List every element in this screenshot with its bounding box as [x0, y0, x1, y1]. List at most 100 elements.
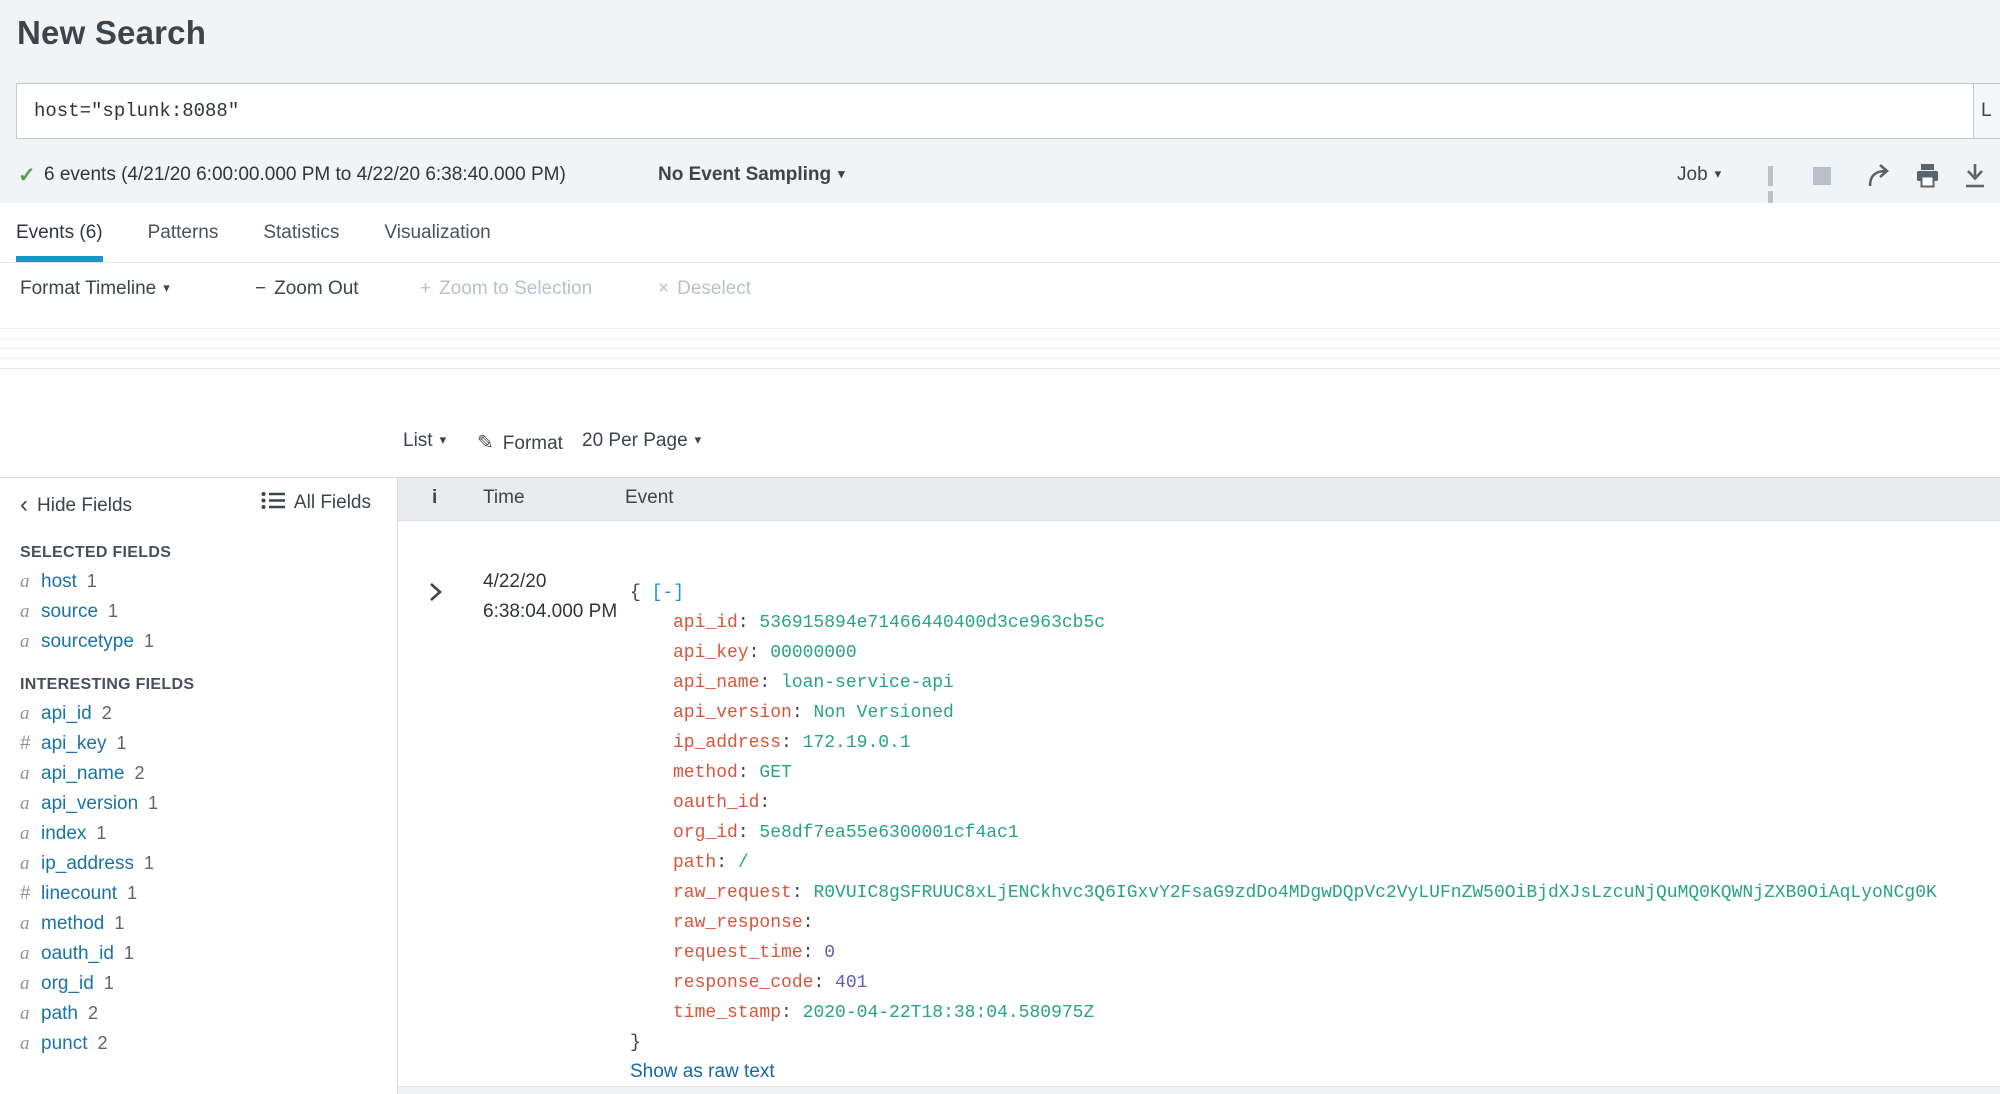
json-value[interactable]: 2020-04-22T18:38:04.580975Z — [803, 1003, 1095, 1023]
download-icon[interactable] — [1962, 162, 1988, 194]
share-icon[interactable] — [1866, 163, 1894, 194]
field-link-oauth-id[interactable]: oauth_id — [41, 943, 114, 964]
json-entry-raw-response: raw_response: — [630, 908, 1937, 938]
zoom-to-selection-button[interactable]: + Zoom to Selection — [420, 278, 592, 300]
text-field-icon: a — [20, 601, 30, 622]
json-value[interactable]: 401 — [835, 973, 867, 993]
json-key[interactable]: ip_address — [673, 733, 781, 753]
field-link-index[interactable]: index — [41, 823, 86, 844]
json-key[interactable]: api_version — [673, 703, 792, 723]
json-colon: : — [748, 643, 771, 663]
field-count: 1 — [127, 883, 138, 903]
format-results-button[interactable]: ✎ Format — [477, 430, 563, 455]
tab-statistics[interactable]: Statistics — [263, 203, 339, 262]
field-link-host[interactable]: host — [41, 571, 77, 592]
field-link-punct[interactable]: punct — [41, 1033, 87, 1054]
search-bar: host="splunk:8088" L — [16, 83, 2000, 139]
field-link-linecount[interactable]: linecount — [41, 883, 117, 904]
event-date: 4/22/20 — [483, 571, 547, 592]
json-key[interactable]: oauth_id — [673, 793, 759, 813]
json-value[interactable]: loan-service-api — [781, 673, 954, 693]
json-value[interactable]: 0 — [824, 943, 835, 963]
json-collapse-toggle[interactable]: [-] — [652, 583, 684, 603]
tab-events-6[interactable]: Events (6) — [16, 203, 103, 262]
json-value[interactable]: Non Versioned — [813, 703, 953, 723]
pause-icon[interactable] — [1768, 166, 1784, 211]
json-key[interactable]: time_stamp — [673, 1003, 781, 1023]
text-field-icon: a — [20, 973, 30, 994]
list-view-dropdown[interactable]: List ▾ — [403, 430, 446, 452]
json-colon: : — [781, 733, 803, 753]
json-key[interactable]: request_time — [673, 943, 803, 963]
json-key[interactable]: api_id — [673, 613, 738, 633]
print-icon[interactable] — [1914, 162, 1941, 194]
json-value[interactable]: 5e8df7ea55e6300001cf4ac1 — [759, 823, 1018, 843]
tab-visualization[interactable]: Visualization — [384, 203, 490, 262]
show-as-raw-text-link[interactable]: Show as raw text — [630, 1061, 775, 1083]
stop-icon[interactable] — [1813, 167, 1831, 185]
json-value[interactable]: 172.19.0.1 — [803, 733, 911, 753]
text-field-icon: a — [20, 763, 30, 784]
json-colon: : — [759, 673, 782, 693]
event-timestamp: 4/22/20 6:38:04.000 PM — [483, 567, 617, 627]
event-time: 6:38:04.000 PM — [483, 601, 618, 622]
deselect-label: Deselect — [677, 278, 752, 299]
json-key[interactable]: response_code — [673, 973, 813, 993]
json-value[interactable]: R0VUIC8gSFRUUC8xLjENCkhvc3Q6IGxvY2FsaG9z… — [813, 883, 1936, 903]
json-entry-raw-request: raw_request: R0VUIC8gSFRUUC8xLjENCkhvc3Q… — [630, 878, 1937, 908]
tab-patterns[interactable]: Patterns — [148, 203, 219, 262]
expand-event-chevron-icon[interactable] — [429, 581, 443, 608]
field-count: 2 — [134, 763, 145, 783]
field-link-path[interactable]: path — [41, 1003, 78, 1024]
field-link-sourcetype[interactable]: sourcetype — [41, 631, 134, 652]
text-field-icon: a — [20, 913, 30, 934]
timeline-gridline — [0, 358, 2000, 359]
json-value[interactable]: 536915894e71466440400d3ce963cb5c — [759, 613, 1105, 633]
chevron-down-icon: ▾ — [163, 280, 170, 295]
json-key[interactable]: raw_response — [673, 913, 803, 933]
json-colon: : — [791, 703, 814, 723]
format-timeline-button[interactable]: Format Timeline ▾ — [20, 278, 170, 300]
job-dropdown[interactable]: Job ▾ — [1677, 164, 1721, 186]
timeline-controls: Format Timeline ▾ − Zoom Out + Zoom to Sele… — [0, 264, 2000, 312]
json-key[interactable]: org_id — [673, 823, 738, 843]
selected-fields-list: a host 1 a source 1 a sourcetype 1 — [0, 566, 397, 656]
json-key[interactable]: api_name — [673, 673, 759, 693]
json-value[interactable]: GET — [759, 763, 791, 783]
field-link-source[interactable]: source — [41, 601, 98, 622]
json-key[interactable]: path — [673, 853, 716, 873]
list-view-label: List — [403, 430, 433, 451]
field-link-org-id[interactable]: org_id — [41, 973, 94, 994]
field-row-org-id: a org_id 1 — [0, 968, 397, 998]
json-value[interactable]: / — [738, 853, 749, 873]
json-key[interactable]: method — [673, 763, 738, 783]
hide-fields-button[interactable]: ‹ Hide Fields — [20, 491, 132, 519]
field-link-ip-address[interactable]: ip_address — [41, 853, 134, 874]
field-link-api-key[interactable]: api_key — [41, 733, 107, 754]
json-entry-org-id: org_id: 5e8df7ea55e6300001cf4ac1 — [630, 818, 1937, 848]
search-input[interactable]: host="splunk:8088" — [17, 84, 1973, 138]
next-row-edge — [398, 1086, 2000, 1094]
json-colon: : — [716, 853, 738, 873]
status-row: ✓ 6 events (4/21/20 6:00:00.000 PM to 4/… — [0, 158, 2000, 211]
json-key[interactable]: raw_request — [673, 883, 792, 903]
close-icon: × — [658, 278, 670, 299]
json-entry-oauth-id: oauth_id: — [630, 788, 1937, 818]
field-link-api-name[interactable]: api_name — [41, 763, 124, 784]
field-link-api-version[interactable]: api_version — [41, 793, 138, 814]
event-sampling-dropdown[interactable]: No Event Sampling ▾ — [658, 164, 845, 186]
time-range-picker[interactable]: L — [1973, 84, 2000, 138]
timeline-chart[interactable] — [0, 312, 2000, 374]
interesting-fields-title: INTERESTING FIELDS — [20, 676, 195, 693]
field-row-linecount: # linecount 1 — [0, 878, 397, 908]
json-value[interactable]: 00000000 — [770, 643, 856, 663]
zoom-out-button[interactable]: − Zoom Out — [255, 278, 359, 300]
deselect-button[interactable]: × Deselect — [658, 278, 751, 300]
json-key[interactable]: api_key — [673, 643, 749, 663]
per-page-dropdown[interactable]: 20 Per Page ▾ — [582, 430, 701, 452]
field-row-oauth-id: a oauth_id 1 — [0, 938, 397, 968]
result-count-text: 6 events (4/21/20 6:00:00.000 PM to 4/22… — [44, 164, 566, 185]
field-link-api-id[interactable]: api_id — [41, 703, 92, 724]
all-fields-button[interactable]: All Fields — [261, 491, 371, 516]
field-link-method[interactable]: method — [41, 913, 104, 934]
